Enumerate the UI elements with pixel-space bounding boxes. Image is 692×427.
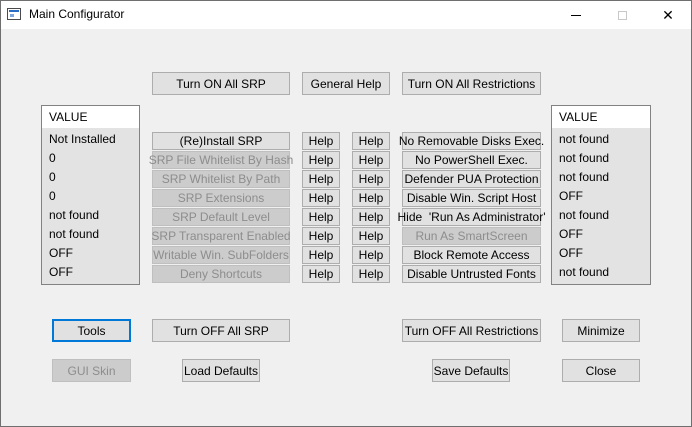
restriction-help-button[interactable]: Help <box>352 132 390 150</box>
left-list-item[interactable]: not found <box>42 224 139 243</box>
tools-button[interactable]: Tools <box>52 319 131 342</box>
srp-help-button[interactable]: Help <box>302 151 340 169</box>
srp-help-button[interactable]: Help <box>302 132 340 150</box>
right-list-item[interactable]: not found <box>552 148 650 167</box>
left-list-item[interactable]: Not Installed <box>42 129 139 148</box>
title-bar[interactable]: Main Configurator ✕ <box>1 1 691 29</box>
restriction-help-button[interactable]: Help <box>352 189 390 207</box>
restriction-help-button[interactable]: Help <box>352 246 390 264</box>
srp-help-button[interactable]: Help <box>302 170 340 188</box>
left-list-item[interactable]: not found <box>42 205 139 224</box>
right-list-item[interactable]: not found <box>552 129 650 148</box>
restriction-help-button[interactable]: Help <box>352 170 390 188</box>
general-help-button[interactable]: General Help <box>302 72 390 95</box>
left-list-item[interactable]: 0 <box>42 167 139 186</box>
srp-help-button[interactable]: Help <box>302 246 340 264</box>
turn-off-all-restrictions-button[interactable]: Turn OFF All Restrictions <box>402 319 541 342</box>
left-list-item[interactable]: 0 <box>42 186 139 205</box>
restriction-help-button[interactable]: Help <box>352 227 390 245</box>
turn-on-all-srp-button[interactable]: Turn ON All SRP <box>152 72 290 95</box>
turn-off-all-srp-button[interactable]: Turn OFF All SRP <box>152 319 290 342</box>
right-list-header: VALUE <box>552 106 650 129</box>
window-minimize-button[interactable] <box>553 1 599 29</box>
disable-untrusted-fonts-button[interactable]: Disable Untrusted Fonts <box>402 265 541 283</box>
restriction-help-button[interactable]: Help <box>352 151 390 169</box>
save-defaults-button[interactable]: Save Defaults <box>432 359 510 382</box>
left-list-item[interactable]: 0 <box>42 148 139 167</box>
run-as-smartscreen-button[interactable]: Run As SmartScreen <box>402 227 541 245</box>
turn-on-all-restrictions-button[interactable]: Turn ON All Restrictions <box>402 72 541 95</box>
hide-run-as-administrator-button[interactable]: Hide 'Run As Administrator' <box>398 208 546 226</box>
left-list-header: VALUE <box>42 106 139 129</box>
left-list-item[interactable]: OFF <box>42 243 139 262</box>
defender-pua-protection-button[interactable]: Defender PUA Protection <box>402 170 541 188</box>
srp-help-button[interactable]: Help <box>302 189 340 207</box>
maximize-icon <box>617 10 627 20</box>
left-value-list[interactable]: VALUE Not Installed 0 0 0 not found not … <box>41 105 140 285</box>
srp-transparent-enabled-button[interactable]: SRP Transparent Enabled <box>151 227 291 245</box>
close-icon: ✕ <box>662 6 674 23</box>
window-title: Main Configurator <box>29 7 125 21</box>
gui-skin-button[interactable]: GUI Skin <box>52 359 131 382</box>
srp-default-level-button[interactable]: SRP Default Level <box>152 208 290 226</box>
disable-win-script-host-button[interactable]: Disable Win. Script Host <box>402 189 541 207</box>
srp-help-button[interactable]: Help <box>302 227 340 245</box>
restriction-help-button[interactable]: Help <box>352 265 390 283</box>
deny-shortcuts-button[interactable]: Deny Shortcuts <box>152 265 290 283</box>
left-list-item[interactable]: OFF <box>42 262 139 281</box>
close-button[interactable]: Close <box>562 359 640 382</box>
block-remote-access-button[interactable]: Block Remote Access <box>402 246 541 264</box>
main-configurator-window: Main Configurator ✕ Turn ON All SRP Gene… <box>0 0 692 427</box>
window-maximize-button <box>599 1 645 29</box>
right-list-item[interactable]: not found <box>552 262 650 281</box>
no-powershell-exec-button[interactable]: No PowerShell Exec. <box>402 151 541 169</box>
no-removable-disks-exec-button[interactable]: No Removable Disks Exec. <box>399 132 544 150</box>
right-list-item[interactable]: OFF <box>552 224 650 243</box>
right-value-list[interactable]: VALUE not found not found not found OFF … <box>551 105 651 285</box>
right-list-item[interactable]: OFF <box>552 186 650 205</box>
window-close-button[interactable]: ✕ <box>645 1 691 29</box>
restriction-help-button[interactable]: Help <box>352 208 390 226</box>
srp-help-button[interactable]: Help <box>302 265 340 283</box>
reinstall-srp-button[interactable]: (Re)Install SRP <box>152 132 290 150</box>
minimize-button[interactable]: Minimize <box>562 319 640 342</box>
srp-extensions-button[interactable]: SRP Extensions <box>152 189 290 207</box>
right-list-item[interactable]: not found <box>552 205 650 224</box>
right-list-item[interactable]: OFF <box>552 243 650 262</box>
right-list-item[interactable]: not found <box>552 167 650 186</box>
app-window-icon <box>7 8 21 20</box>
minimize-icon <box>571 14 581 16</box>
writable-win-subfolders-button[interactable]: Writable Win. SubFolders <box>152 246 290 264</box>
srp-help-button[interactable]: Help <box>302 208 340 226</box>
srp-whitelist-by-path-button[interactable]: SRP Whitelist By Path <box>152 170 290 188</box>
load-defaults-button[interactable]: Load Defaults <box>182 359 260 382</box>
srp-file-whitelist-by-hash-button[interactable]: SRP File Whitelist By Hash <box>149 151 293 169</box>
